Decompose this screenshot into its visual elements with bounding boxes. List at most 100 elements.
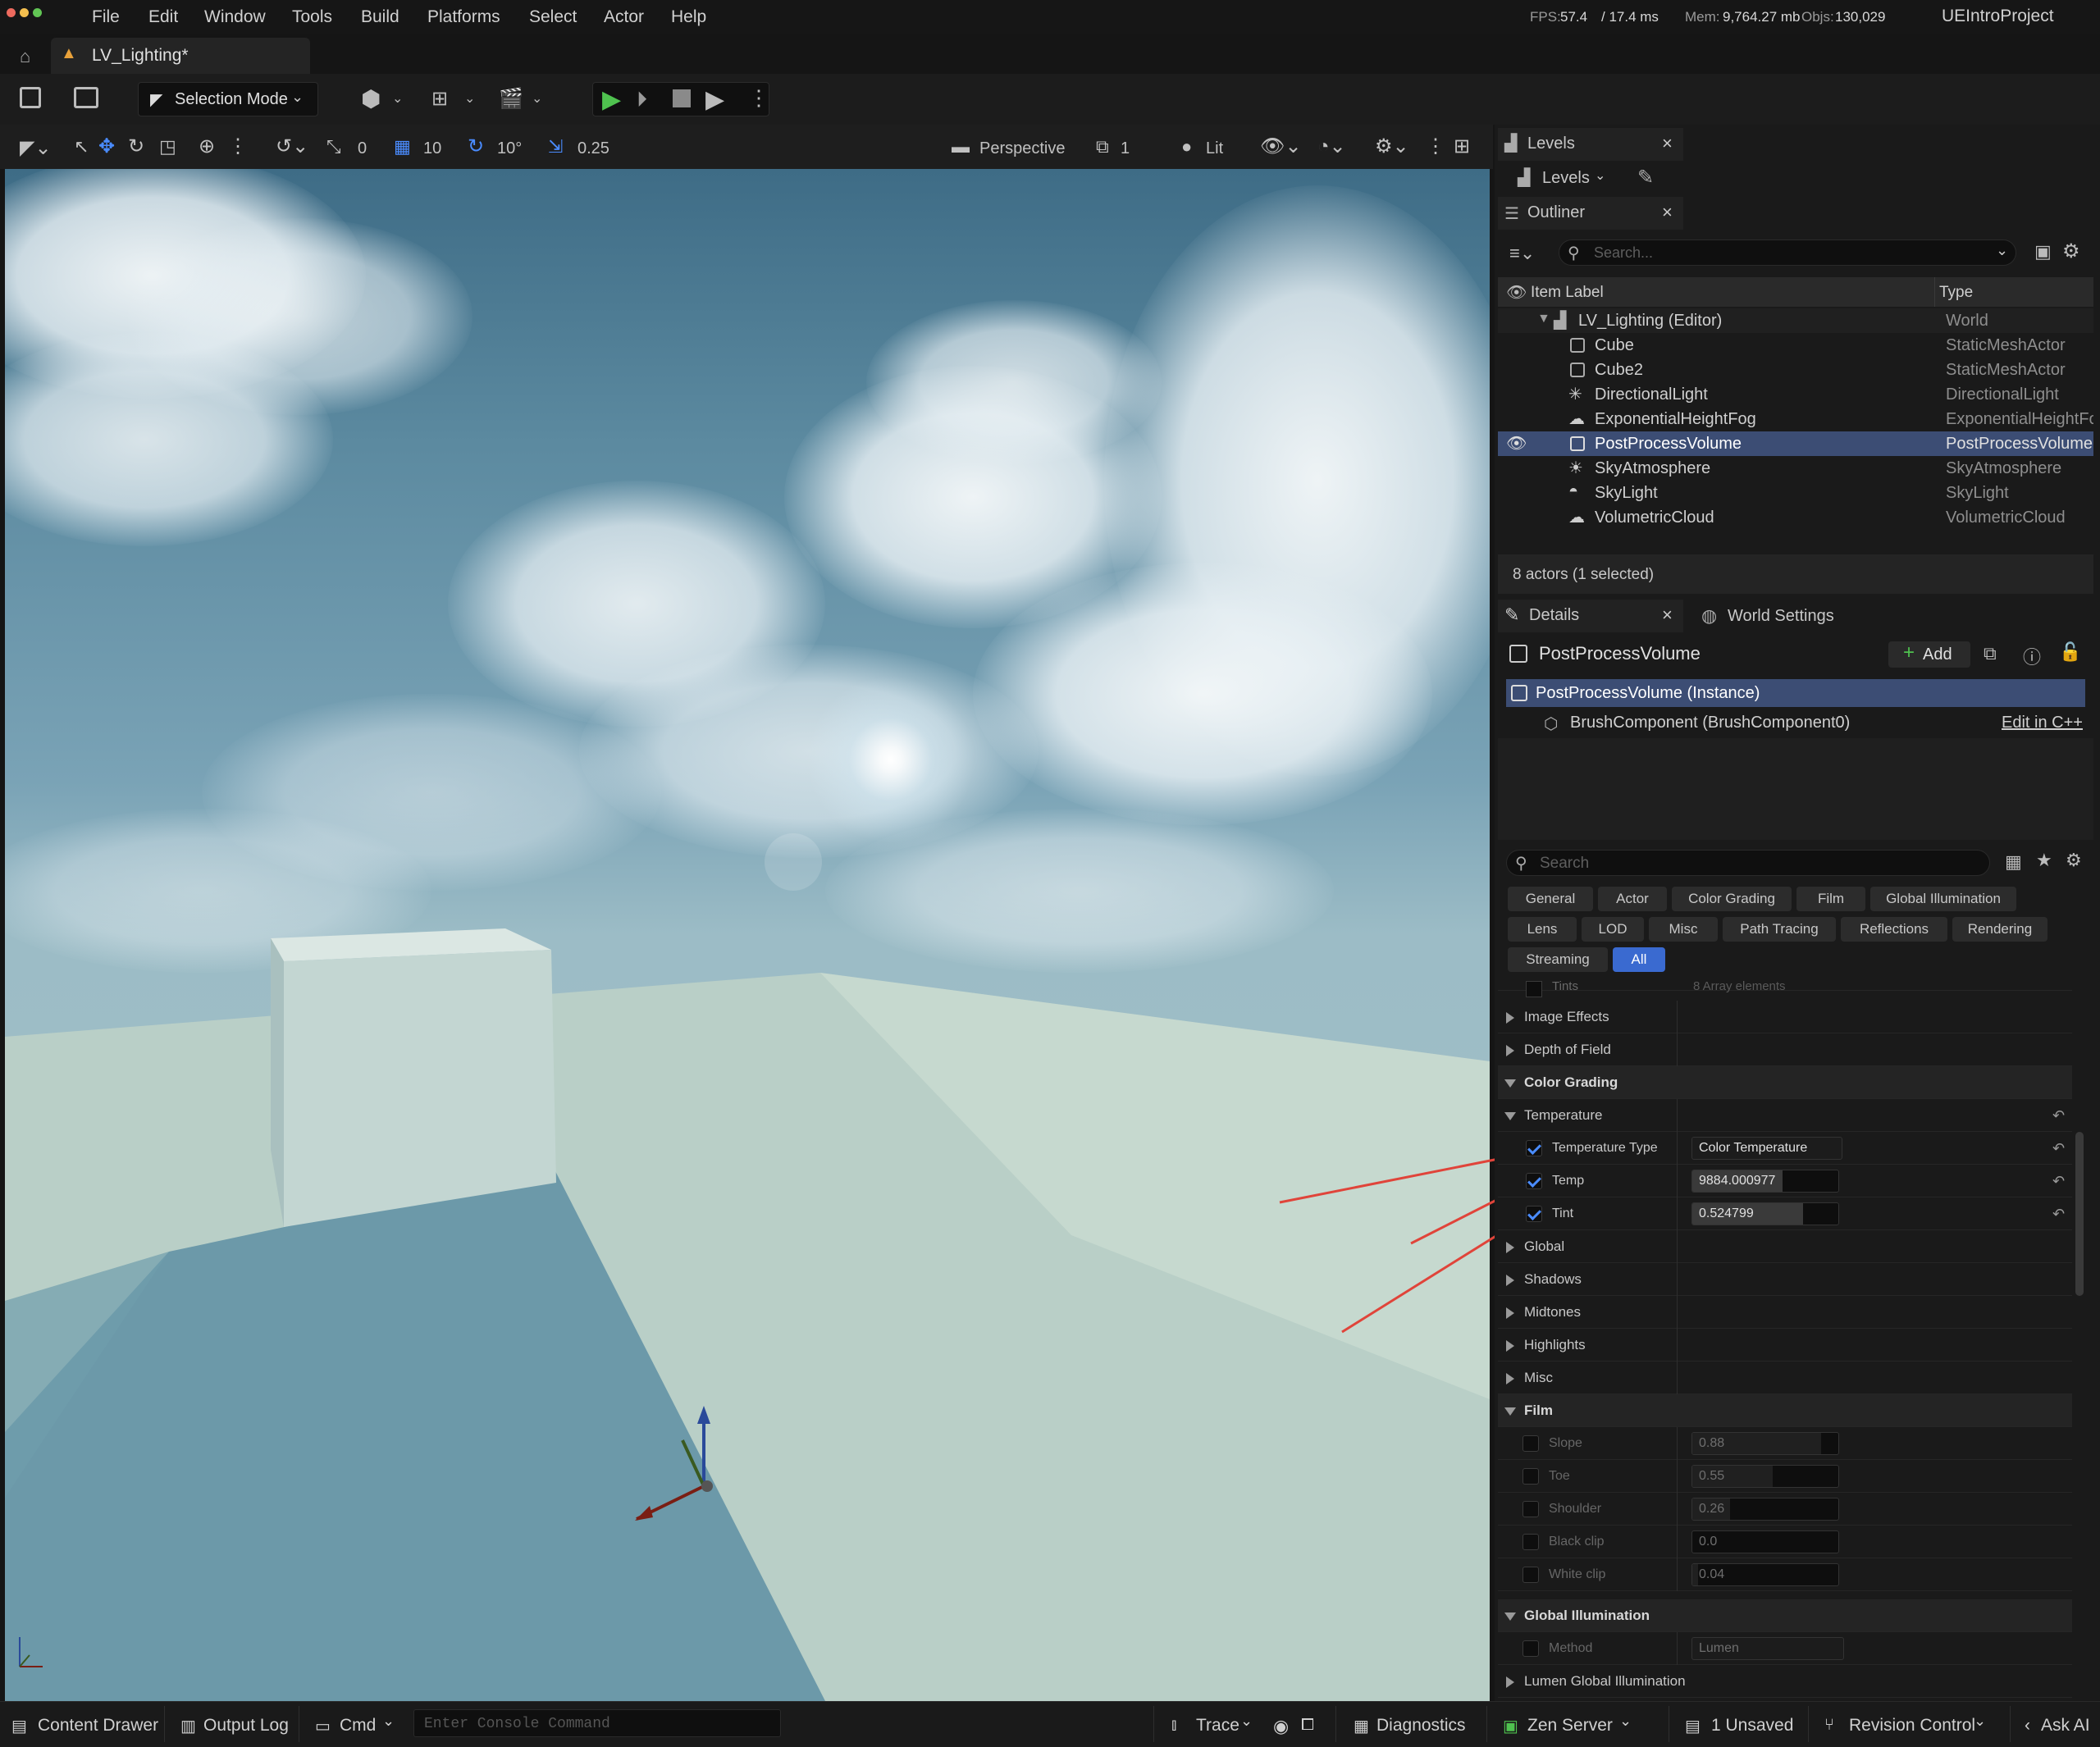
add-actor-icon[interactable]: ⬢ [361, 85, 381, 112]
zen-server-button[interactable]: Zen Server [1527, 1716, 1613, 1736]
chevron-down-icon[interactable]: ⌄ [1240, 1713, 1253, 1730]
group-midtones[interactable]: Midtones [1498, 1296, 2072, 1329]
method-dropdown[interactable]: Lumen⌄ [1691, 1637, 1844, 1660]
collapse-caret-icon[interactable] [1504, 1612, 1516, 1621]
menu-help[interactable]: Help [671, 7, 706, 27]
outliner-row[interactable]: ✳ DirectionalLight DirectionalLight [1498, 382, 2093, 407]
outliner-row[interactable]: ☁ VolumetricCloud VolumetricCloud [1498, 505, 2093, 530]
expand-caret-icon[interactable] [1506, 1012, 1514, 1024]
group-global[interactable]: Global [1498, 1230, 2072, 1263]
settings-icon[interactable]: ⚙ [2066, 850, 2082, 871]
outliner-row[interactable]: Cube2 StaticMeshActor [1498, 358, 2093, 382]
rotate-icon[interactable]: ↻ [128, 135, 144, 158]
view-mode-dropdown[interactable]: Lit [1206, 139, 1223, 158]
angle-snap-icon[interactable]: ↻ [468, 135, 484, 158]
override-checkbox[interactable] [1526, 1173, 1542, 1189]
camera-speed-value[interactable]: 1 [1121, 139, 1130, 158]
levels-tab[interactable]: ▟ Levels × [1498, 128, 1683, 161]
white-clip-value-input[interactable]: 0.04 [1691, 1563, 1839, 1586]
outliner-row-selected[interactable]: 👁 PostProcessVolume PostProcessVolume [1498, 431, 2093, 456]
close-icon[interactable]: × [1662, 202, 1673, 223]
override-checkbox[interactable] [1522, 1567, 1539, 1583]
record-icon[interactable]: ◉ [1273, 1716, 1289, 1737]
details-scrollbar[interactable] [2075, 1132, 2084, 1296]
override-checkbox[interactable] [1522, 1534, 1539, 1550]
menu-tools[interactable]: Tools [292, 7, 332, 27]
details-tab[interactable]: ✎ Details × [1498, 600, 1683, 632]
trace-icon[interactable]: ⫾ [1171, 1716, 1176, 1735]
level-viewport[interactable] [5, 169, 1490, 1701]
minimize-window-icon[interactable] [20, 8, 29, 17]
filter-actor[interactable]: Actor [1598, 887, 1667, 911]
override-checkbox[interactable] [1522, 1468, 1539, 1485]
component-row[interactable]: ⬡ BrushComponent (BrushComponent0) Edit … [1506, 709, 2085, 735]
cmd-dropdown[interactable]: Cmd [340, 1716, 376, 1736]
menu-file[interactable]: File [92, 7, 120, 27]
selection-mode-button[interactable]: ◤ Selection Mode ⌄ [138, 82, 318, 116]
rotate-snap-value[interactable]: 0 [358, 139, 367, 158]
advance-frame-icon[interactable]: ⏵ [637, 87, 647, 113]
performance-icon[interactable]: ◔⌄ [1317, 135, 1346, 158]
menu-platforms[interactable]: Platforms [427, 7, 500, 27]
stop-icon[interactable] [673, 89, 691, 107]
trace-dropdown[interactable]: Trace [1196, 1716, 1239, 1736]
more-icon[interactable]: ⋮ [1426, 135, 1445, 158]
filter-lens[interactable]: Lens [1508, 917, 1577, 942]
filter-general[interactable]: General [1508, 887, 1593, 911]
property-row-tints[interactable]: Tints 8 Array elements [1498, 978, 2072, 997]
menu-edit[interactable]: Edit [148, 7, 178, 27]
menu-select[interactable]: Select [529, 7, 577, 27]
filter-misc[interactable]: Misc [1649, 917, 1718, 942]
chevron-down-icon[interactable]: ⌄ [1619, 1713, 1632, 1730]
menu-actor[interactable]: Actor [604, 7, 644, 27]
reset-to-default-icon[interactable]: ↶ [2052, 1173, 2065, 1190]
chevron-down-icon[interactable]: ⌄ [392, 90, 403, 107]
expand-caret-icon[interactable] [1506, 1045, 1514, 1056]
category-global-illumination[interactable]: Global Illumination [1498, 1599, 2072, 1632]
chevron-down-icon[interactable]: ⌄ [532, 90, 542, 107]
edit-in-cpp-link[interactable]: Edit in C++ [2002, 714, 2083, 732]
checkbox[interactable] [1526, 981, 1542, 997]
window-controls[interactable] [7, 7, 46, 21]
cinematics-icon[interactable]: 🎬 [499, 87, 523, 111]
world-settings-tab[interactable]: World Settings [1728, 607, 1834, 626]
chevron-down-icon[interactable]: ⌄ [464, 90, 475, 107]
add-component-button[interactable]: + Add [1888, 641, 1970, 668]
collapse-caret-icon[interactable] [1504, 1407, 1516, 1416]
output-log-icon[interactable]: ▥ [180, 1716, 196, 1736]
filter-lod[interactable]: LOD [1582, 917, 1644, 942]
group-highlights[interactable]: Highlights [1498, 1329, 2072, 1362]
chevron-down-icon[interactable]: ⌄ [382, 1713, 395, 1730]
output-log-button[interactable]: Output Log [203, 1716, 289, 1736]
collapse-caret-icon[interactable] [1504, 1112, 1516, 1120]
details-search-input[interactable]: ⚲ Search [1506, 850, 1990, 876]
grid-snap-value[interactable]: 10 [423, 139, 441, 158]
shoulder-value-input[interactable]: 0.26 [1691, 1498, 1839, 1521]
filter-icon[interactable]: ≡⌄ [1509, 243, 1535, 264]
blueprint-icon[interactable]: ⧉ [1984, 643, 1997, 664]
toe-value-input[interactable]: 0.55 [1691, 1465, 1839, 1488]
revision-control-button[interactable]: Revision Control [1849, 1716, 1975, 1736]
reset-to-default-icon[interactable]: ↶ [2052, 1206, 2065, 1223]
chevron-down-icon[interactable]: ⌄ [1996, 242, 2008, 259]
rotate-snap-icon[interactable]: ⤡ [326, 136, 341, 157]
expand-caret-icon[interactable] [1506, 1242, 1514, 1253]
override-checkbox[interactable] [1522, 1435, 1539, 1452]
perspective-dropdown[interactable]: Perspective [979, 139, 1066, 158]
outliner-tab[interactable]: ☰ Outliner × [1498, 197, 1683, 230]
help-icon[interactable]: ⓘ [2023, 643, 2041, 669]
diagnostics-button[interactable]: Diagnostics [1376, 1716, 1466, 1736]
close-window-icon[interactable] [7, 8, 16, 17]
world-space-icon[interactable]: ⊕ [199, 135, 215, 158]
filter-film[interactable]: Film [1796, 887, 1865, 911]
group-lumen-gi[interactable]: Lumen Global Illumination [1498, 1665, 2072, 1698]
expand-caret-icon[interactable] [1506, 1373, 1514, 1384]
outliner-row[interactable]: ☁ ExponentialHeightFog ExponentialHeight… [1498, 407, 2093, 431]
edit-icon[interactable]: ✎ [1637, 166, 1654, 189]
camera-icon[interactable]: ▬ [952, 136, 970, 157]
more-icon[interactable]: ⋮ [228, 135, 248, 158]
filter-rendering[interactable]: Rendering [1952, 917, 2048, 942]
save-icon[interactable] [20, 87, 41, 108]
override-checkbox[interactable] [1526, 1140, 1542, 1156]
close-icon[interactable]: × [1662, 604, 1673, 626]
